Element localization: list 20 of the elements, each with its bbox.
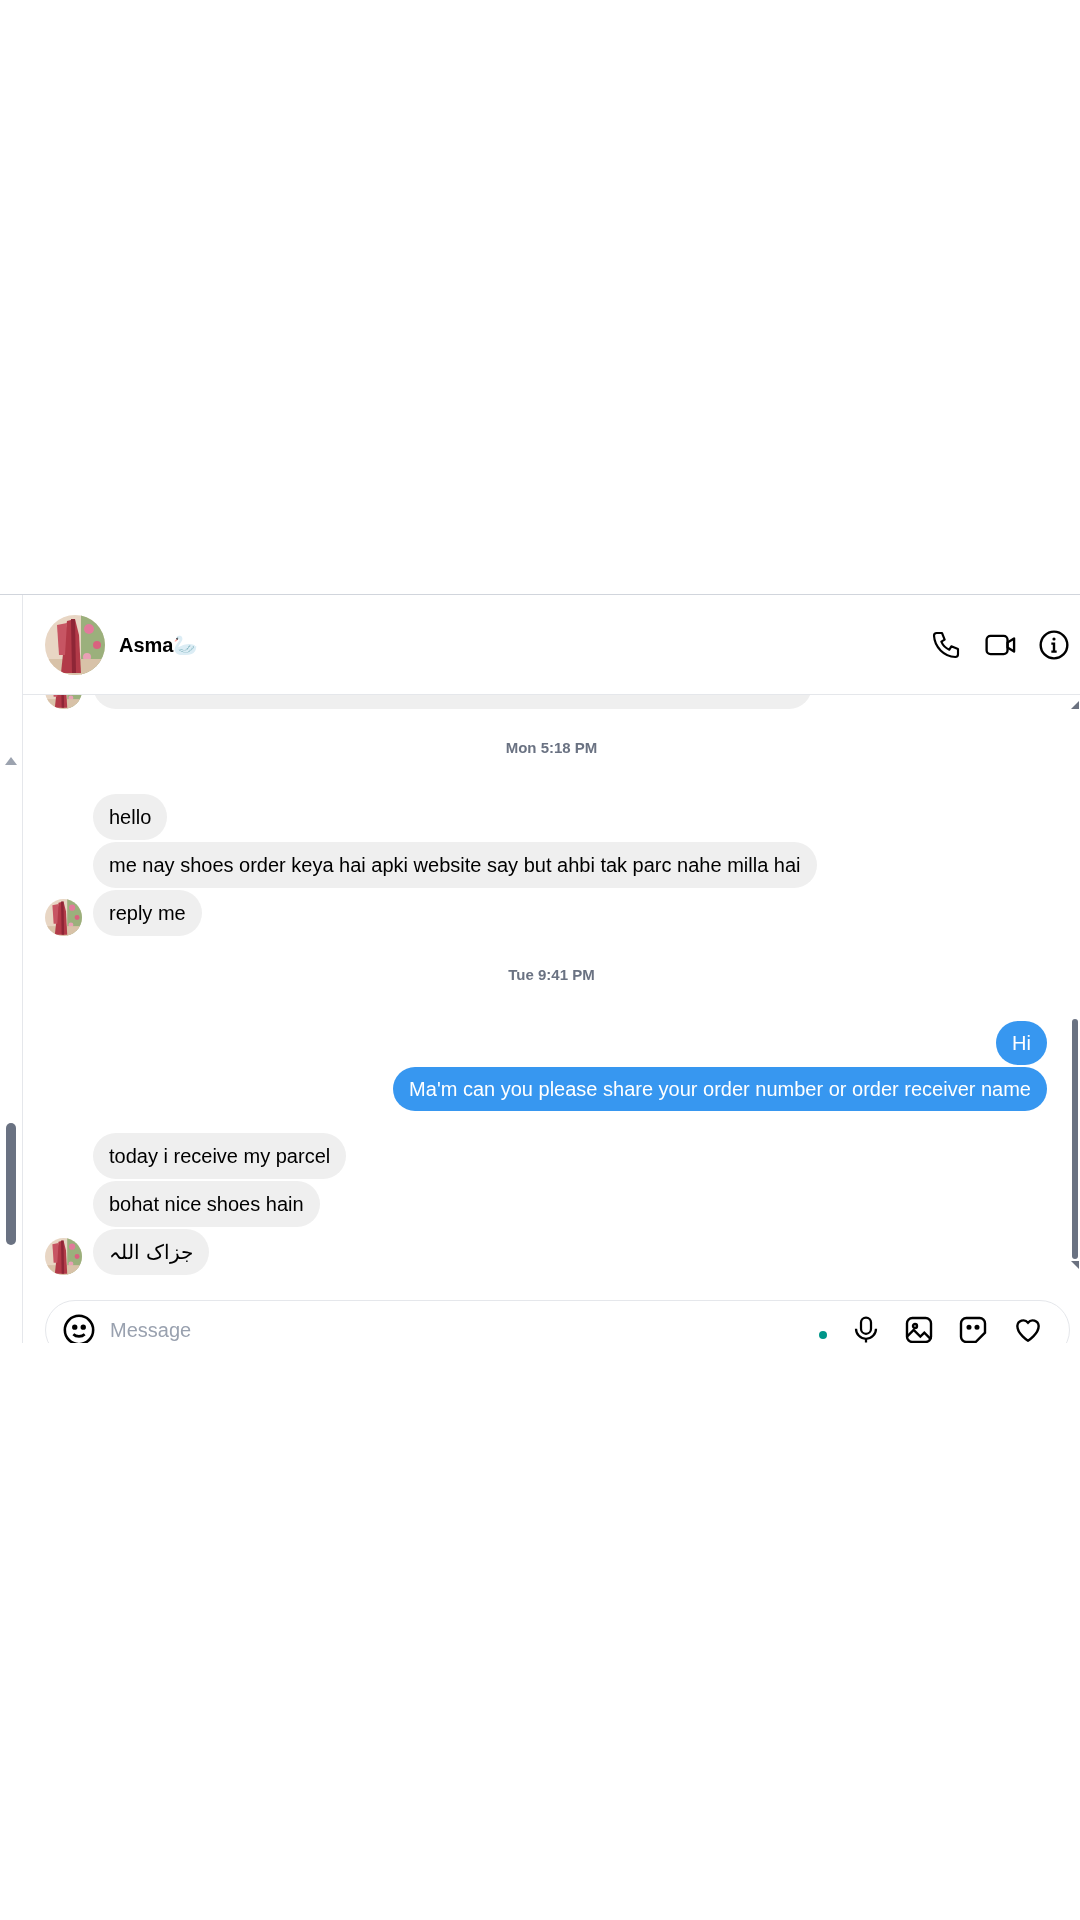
- scrollbar-thumb[interactable]: [6, 1123, 16, 1245]
- message-bubble: today i receive my parcel: [93, 1133, 347, 1179]
- message-bubble: reply me: [93, 890, 202, 936]
- scroll-down-icon[interactable]: [1071, 1261, 1079, 1269]
- message-bubble: جزاک اللہ: [93, 1229, 209, 1275]
- message-bubble: hello: [93, 794, 168, 840]
- scroll-up-icon[interactable]: [1071, 701, 1079, 709]
- image-icon[interactable]: [903, 1314, 935, 1343]
- sticker-icon[interactable]: [957, 1314, 989, 1343]
- message-bubble: me nay shoes order keya hai apki website say but ahbi tak parc nahe milla hai: [93, 842, 817, 888]
- message-bubble: Ma'm can you please share your order number or order receiver name: [393, 1067, 1047, 1111]
- message-field[interactable]: Message: [110, 1315, 819, 1343]
- emoji-icon[interactable]: [62, 1313, 96, 1343]
- info-icon[interactable]: [1038, 628, 1070, 661]
- timestamp: Tue 9:41 PM: [508, 965, 595, 985]
- scrollbar-thumb[interactable]: [1072, 1019, 1078, 1259]
- message-bubble: Hi: [996, 1021, 1047, 1065]
- message-bubble: bohat nice shoes hain: [93, 1181, 320, 1227]
- contact-name[interactable]: Asma🦢: [119, 629, 199, 660]
- timestamp: Mon 5:18 PM: [505, 738, 598, 758]
